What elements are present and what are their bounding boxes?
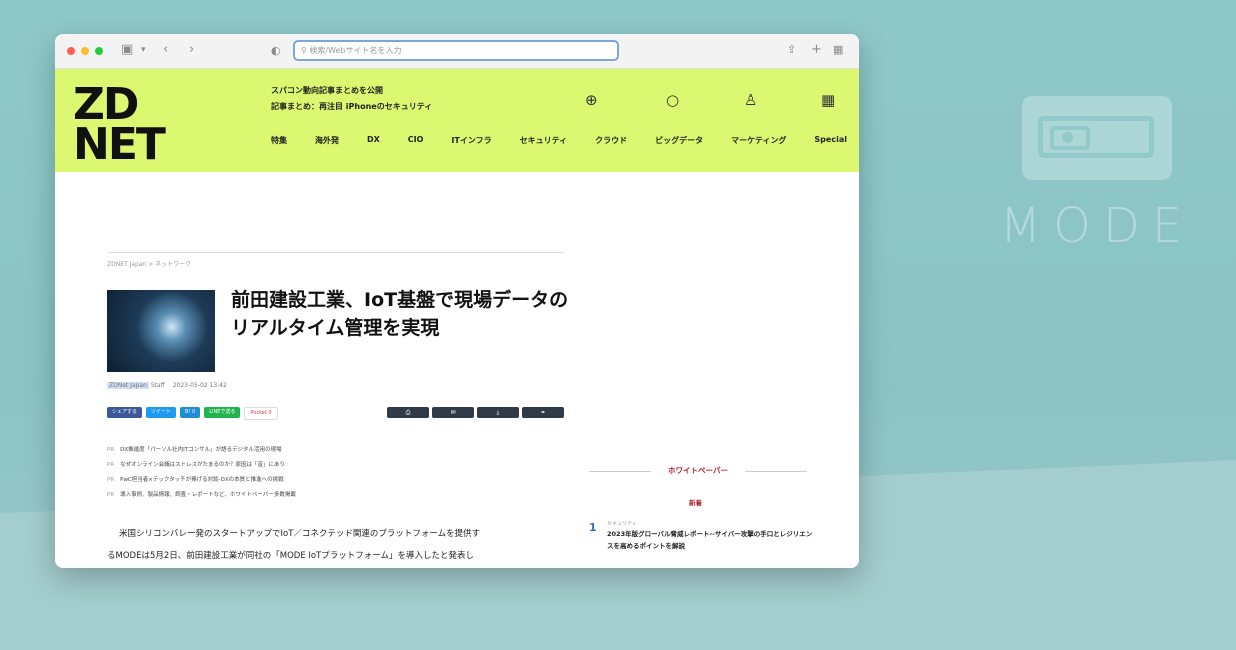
download-icon[interactable]: ⤓	[477, 407, 519, 418]
browser-window: ▣ ▾ ‹ › ◐ ⚲ 検索/Webサイト名を入力 ⇪ + ▦ ZD NET ス…	[55, 34, 859, 568]
window-controls	[67, 47, 103, 55]
line-share-button[interactable]: LINEで送る	[204, 407, 241, 418]
minimize-button[interactable]	[81, 47, 89, 55]
hatena-bookmark-button[interactable]: B! 0	[180, 407, 201, 418]
rank-number: 1	[589, 521, 597, 534]
privacy-shield-icon[interactable]: ◐	[271, 44, 281, 57]
author-suffix: Staff	[148, 382, 165, 389]
nav-item-bigdata[interactable]: ビッグデータ	[655, 135, 703, 146]
link-icon[interactable]: ⚭	[522, 407, 564, 418]
user-icon[interactable]: ♙	[744, 91, 757, 109]
header-headlines: スパコン動向記事まとめを公開 記事まとめ：再注目 iPhoneのセキュリティ	[271, 83, 432, 115]
search-icon[interactable]: ○	[666, 91, 679, 109]
zdnet-logo[interactable]: ZD NET	[73, 83, 166, 167]
nav-item-security[interactable]: セキュリティ	[520, 135, 568, 146]
sidebar-toggle-icon[interactable]: ▣	[121, 42, 133, 57]
article-title: 前田建設工業、IoT基盤で現場データのリアルタイム管理を実現	[231, 289, 569, 339]
related-link[interactable]: PR PwC担当者×テックタッチが捧げる対談-DXの本質と推進への挑戦	[107, 473, 296, 488]
share-buttons: シェアする ツイート B! 0 LINEで送る Pocket 0	[107, 407, 278, 420]
nav-item-cloud[interactable]: クラウド	[595, 135, 627, 146]
tab-new[interactable]: 新着	[689, 497, 702, 507]
mail-icon[interactable]: ✉	[432, 407, 474, 418]
related-link[interactable]: PR なぜオンライン会議はストレスがたまるのか？原因は「音」にあり	[107, 458, 296, 473]
globe-icon[interactable]: ⊕	[585, 91, 598, 109]
search-icon: ⚲	[301, 46, 307, 55]
breadcrumb[interactable]: ZDNET Japan > ネットワーク	[107, 259, 191, 268]
whitepaper-link[interactable]: 2023年版グローバル脅威レポート--サイバー攻撃の手口とレジリエンスを高めるポ…	[607, 528, 813, 552]
forward-arrow-icon[interactable]: ›	[189, 42, 194, 57]
related-links: PR DX推進度「パーソル社内ITコンサル」が語るデジタル活用の現場 PR なぜオン…	[107, 443, 296, 503]
article-body: 米国シリコンバレー発のスタートアップでIoT／コネクテッド関連のプラットフォーム…	[107, 529, 481, 561]
article-tools: ⎙ ✉ ⤓ ⚭	[387, 407, 564, 418]
address-bar[interactable]: ⚲ 検索/Webサイト名を入力	[293, 40, 619, 61]
new-tab-icon[interactable]: +	[811, 42, 822, 57]
site-header: ZD NET スパコン動向記事まとめを公開 記事まとめ：再注目 iPhoneのセ…	[55, 69, 859, 172]
author-link[interactable]: ZDNet Japan	[107, 382, 149, 389]
nav-item-cio[interactable]: CIO	[408, 135, 424, 146]
back-arrow-icon[interactable]: ‹	[163, 42, 168, 57]
grid-icon[interactable]: ▦	[821, 91, 835, 109]
facebook-share-button[interactable]: シェアする	[107, 407, 143, 418]
chevron-down-icon[interactable]: ▾	[141, 45, 146, 55]
browser-toolbar: ▣ ▾ ‹ › ◐ ⚲ 検索/Webサイト名を入力 ⇪ + ▦	[55, 34, 859, 69]
tweet-button[interactable]: ツイート	[146, 407, 177, 418]
whitepaper-heading: ホワイトペーパー	[589, 465, 807, 476]
headline-link[interactable]: スパコン動向記事まとめを公開	[271, 83, 432, 99]
related-link[interactable]: PR 導入事例、製品情報、調査・レポートなど、ホワイトペーパー多数掲載	[107, 488, 296, 503]
share-icon[interactable]: ⇪	[787, 43, 796, 56]
article-thumbnail	[107, 290, 215, 372]
tab-overview-icon[interactable]: ▦	[833, 43, 843, 56]
nav-item-dx[interactable]: DX	[367, 135, 380, 146]
nav-item-special[interactable]: Special	[814, 135, 847, 146]
divider	[107, 252, 565, 253]
close-button[interactable]	[67, 47, 75, 55]
mode-logo-icon	[1022, 96, 1172, 180]
print-icon[interactable]: ⎙	[387, 407, 429, 418]
whitepaper-category: セキュリティ	[607, 521, 637, 527]
pocket-button[interactable]: Pocket 0	[244, 407, 278, 420]
nav-item-overseas[interactable]: 海外発	[315, 135, 339, 146]
page-content: ZDNET Japan > ネットワーク 前田建設工業、IoT基盤で現場データの…	[55, 172, 859, 568]
maximize-button[interactable]	[95, 47, 103, 55]
related-link[interactable]: PR DX推進度「パーソル社内ITコンサル」が語るデジタル活用の現場	[107, 443, 296, 458]
article-meta: ZDNet Japan Staff 2023-05-02 13:42	[107, 382, 227, 389]
nav-item-marketing[interactable]: マーケティング	[731, 135, 786, 146]
mode-logo-text: MODE	[999, 198, 1195, 254]
mode-watermark-logo: MODE	[996, 96, 1198, 254]
article-date: 2023-05-02 13:42	[172, 382, 227, 389]
address-placeholder: 検索/Webサイト名を入力	[309, 46, 402, 55]
nav-item-feature[interactable]: 特集	[271, 135, 287, 146]
nav-item-it-infra[interactable]: ITインフラ	[451, 135, 491, 146]
main-nav: 特集 海外発 DX CIO ITインフラ セキュリティ クラウド ビッグデータ …	[271, 135, 847, 146]
headline-link[interactable]: 記事まとめ：再注目 iPhoneのセキュリティ	[271, 99, 432, 115]
